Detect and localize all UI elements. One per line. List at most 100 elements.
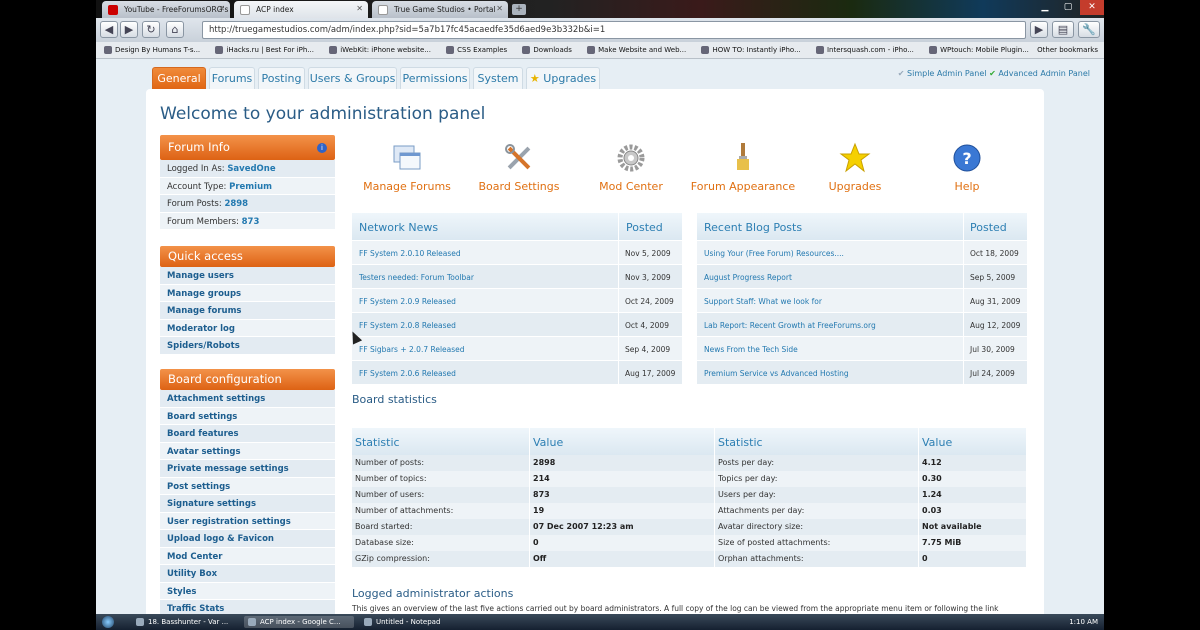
back-icon[interactable]: ◀: [100, 21, 118, 38]
reload-icon[interactable]: ↻: [142, 21, 160, 38]
page-menu-icon[interactable]: ▤: [1052, 21, 1074, 38]
config-link[interactable]: Board settings: [160, 407, 335, 425]
bookmarks-bar: Design By Humans T-s... iHacks.ru | Best…: [96, 42, 1104, 59]
news-link[interactable]: FF Sigbars + 2.0.7 Released: [359, 345, 465, 354]
blog-link[interactable]: Lab Report: Recent Growth at FreeForums.…: [704, 321, 876, 330]
news-link[interactable]: FF System 2.0.8 Released: [359, 321, 456, 330]
tab-permissions[interactable]: Permissions: [400, 67, 470, 89]
table-row: Number of attachments: 19 Attachments per …: [352, 503, 1026, 519]
bookmark-item[interactable]: Downloads: [520, 46, 572, 54]
quick-link[interactable]: Manage users: [160, 267, 335, 285]
bookmark-item[interactable]: Design By Humans T-s...: [102, 46, 200, 54]
quick-link[interactable]: Manage forums: [160, 302, 335, 320]
stat-value: 0: [533, 538, 539, 547]
taskbar-item[interactable]: 18. Basshunter - Var ...: [132, 616, 232, 628]
quick-link[interactable]: Manage groups: [160, 284, 335, 302]
close-icon[interactable]: ✕: [496, 4, 503, 13]
stat-label: Number of attachments:: [355, 506, 454, 515]
advanced-admin-panel-link[interactable]: Advanced Admin Panel: [998, 69, 1090, 78]
config-link[interactable]: Avatar settings: [160, 442, 335, 460]
home-icon[interactable]: ⌂: [166, 21, 184, 38]
bookmark-item[interactable]: HOW TO: Instantly iPho...: [699, 46, 801, 54]
help-icon: ?: [953, 144, 981, 172]
info-label: Logged In As:: [167, 164, 225, 174]
bookmark-item[interactable]: CSS Examples: [444, 46, 507, 54]
bookmark-item[interactable]: iWebKit: iPhone website...: [327, 46, 431, 54]
close-window-icon[interactable]: ✕: [1080, 0, 1104, 15]
maximize-icon[interactable]: ▢: [1057, 0, 1079, 15]
close-icon[interactable]: ✕: [218, 4, 225, 13]
blog-link[interactable]: Using Your (Free Forum) Resources....: [704, 249, 844, 258]
blog-link[interactable]: Premium Service vs Advanced Hosting: [704, 369, 849, 378]
quick-link[interactable]: Spiders/Robots: [160, 337, 335, 355]
table-row: FF System 2.0.10 Released Nov 5, 2009: [352, 241, 682, 265]
minimize-icon[interactable]: ▁: [1034, 0, 1056, 15]
bookmark-item[interactable]: WPtouch: Mobile Plugin...: [927, 46, 1029, 54]
quick-access-list: Manage users Manage groups Manage forums…: [160, 267, 335, 355]
new-tab-button[interactable]: +: [512, 4, 526, 15]
tab-users-groups[interactable]: Users & Groups: [308, 67, 397, 89]
taskbar: 18. Basshunter - Var ... ACP index - Goo…: [96, 614, 1104, 630]
bookmark-item[interactable]: iHacks.ru | Best For iPh...: [213, 46, 314, 54]
tab-general[interactable]: General: [152, 67, 206, 89]
config-link[interactable]: Upload logo & Favicon: [160, 530, 335, 548]
config-link[interactable]: Attachment settings: [160, 390, 335, 408]
browser-tab-acp-index[interactable]: ACP index ✕: [234, 1, 368, 18]
taskbar-item[interactable]: Untitled - Notepad: [360, 616, 470, 628]
tab-system[interactable]: System: [473, 67, 523, 89]
taskbar-item[interactable]: ACP index - Google C...: [244, 616, 354, 628]
news-link[interactable]: Testers needed: Forum Toolbar: [359, 273, 474, 282]
blog-link[interactable]: Support Staff: What we look for: [704, 297, 822, 306]
upgrades-shortcut[interactable]: Upgrades: [800, 142, 910, 193]
info-icon[interactable]: i: [317, 143, 327, 153]
browser-tab-portal[interactable]: True Game Studios • Portal ✕: [372, 1, 508, 18]
config-link[interactable]: Signature settings: [160, 495, 335, 513]
browser-tab-youtube[interactable]: YouTube - FreeForumsORG's Ch... ✕: [102, 1, 230, 18]
help-shortcut[interactable]: ? Help: [912, 142, 1022, 193]
tab-posting[interactable]: Posting: [258, 67, 305, 89]
column-header: Statistic: [355, 436, 400, 449]
config-link[interactable]: Post settings: [160, 477, 335, 495]
mod-center-shortcut[interactable]: Mod Center: [576, 142, 686, 193]
config-link[interactable]: Styles: [160, 582, 335, 600]
news-link[interactable]: FF System 2.0.6 Released: [359, 369, 456, 378]
tab-upgrades[interactable]: ★ Upgrades: [526, 67, 600, 89]
admin-panel: Welcome to your administration panel For…: [146, 89, 1044, 614]
config-link[interactable]: Traffic Stats: [160, 600, 335, 614]
news-link[interactable]: FF System 2.0.9 Released: [359, 297, 456, 306]
simple-admin-panel-link[interactable]: Simple Admin Panel: [907, 69, 986, 78]
config-link[interactable]: Utility Box: [160, 565, 335, 583]
url-text: http://truegamestudios.com/adm/index.php…: [209, 25, 606, 35]
config-link[interactable]: Private message settings: [160, 460, 335, 478]
manage-forums-shortcut[interactable]: Manage Forums: [352, 142, 462, 193]
wrench-icon[interactable]: 🔧: [1078, 21, 1100, 38]
blog-link[interactable]: News From the Tech Side: [704, 345, 798, 354]
url-bar[interactable]: http://truegamestudios.com/adm/index.php…: [202, 21, 1026, 39]
quick-link[interactable]: Moderator log: [160, 319, 335, 337]
config-link[interactable]: Board features: [160, 425, 335, 443]
stat-value: 4.12: [922, 458, 942, 467]
config-link[interactable]: Mod Center: [160, 547, 335, 565]
close-icon[interactable]: ✕: [356, 4, 363, 13]
forum-appearance-shortcut[interactable]: Forum Appearance: [688, 142, 798, 193]
board-settings-shortcut[interactable]: Board Settings: [464, 142, 574, 193]
bookmark-item[interactable]: Make Website and Web...: [585, 46, 686, 54]
column-header: Network News: [359, 221, 439, 234]
other-bookmarks[interactable]: Other bookmarks: [1037, 46, 1098, 54]
table-row: August Progress Report Sep 5, 2009: [697, 265, 1027, 289]
column-header: Recent Blog Posts: [704, 221, 803, 234]
go-icon[interactable]: ▶: [1030, 21, 1048, 38]
table-row: FF System 2.0.8 Released Oct 4, 2009: [352, 313, 682, 337]
bookmark-item[interactable]: Intersquash.com - iPho...: [814, 46, 914, 54]
table-row: FF System 2.0.6 Released Aug 17, 2009: [352, 361, 682, 385]
news-link[interactable]: FF System 2.0.10 Released: [359, 249, 461, 258]
forward-icon[interactable]: ▶: [120, 21, 138, 38]
blog-link[interactable]: August Progress Report: [704, 273, 792, 282]
info-label: Account Type:: [167, 181, 227, 192]
info-label: Forum Members:: [167, 216, 239, 227]
table-row: Lab Report: Recent Growth at FreeForums.…: [697, 313, 1027, 337]
tab-forums[interactable]: Forums: [209, 67, 255, 89]
screen: YouTube - FreeForumsORG's Ch... ✕ ACP in…: [96, 0, 1104, 630]
start-icon[interactable]: [102, 616, 114, 628]
config-link[interactable]: User registration settings: [160, 512, 335, 530]
